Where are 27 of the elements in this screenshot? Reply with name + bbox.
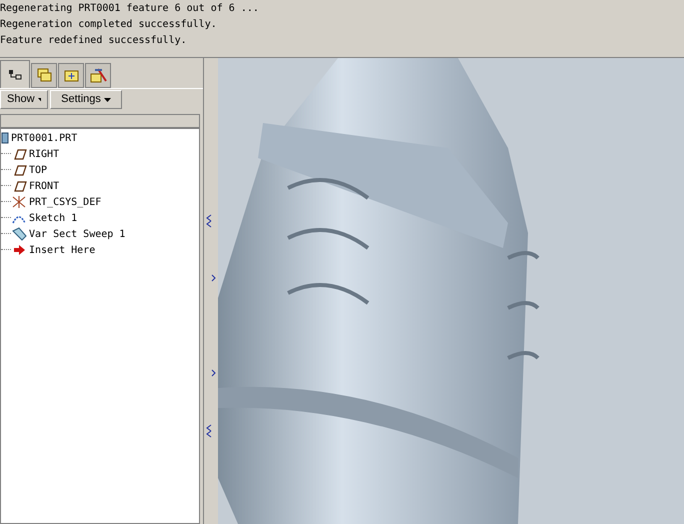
message-line: Regenerating PRT0001 feature 6 out of 6 ...	[0, 2, 259, 16]
tree-item[interactable]: TOP	[29, 162, 48, 178]
caret-icon	[104, 98, 111, 102]
coordinate-system-icon	[11, 195, 27, 209]
caret-icon	[38, 98, 41, 102]
tree-item[interactable]: PRT_CSYS_DEF	[29, 194, 102, 210]
message-line: Feature redefined successfully.	[0, 34, 187, 48]
menu-button[interactable]: Show	[0, 90, 48, 109]
panel-tab[interactable]	[85, 63, 111, 88]
tree-item[interactable]: PRT0001.PRT	[11, 130, 78, 146]
tree-item[interactable]: FRONT	[29, 178, 60, 194]
insert-arrow-icon	[11, 243, 27, 257]
expand-right-icon[interactable]	[211, 274, 216, 282]
panel-tab[interactable]	[0, 60, 30, 88]
sweep-feature-icon	[11, 227, 27, 241]
message-line: Regeneration completed successfully.	[0, 18, 217, 32]
part-icon	[1, 131, 9, 145]
collapse-left-icon[interactable]	[206, 424, 212, 438]
tree-item[interactable]: Sketch 1	[29, 210, 78, 226]
collapse-left-icon[interactable]	[206, 214, 212, 228]
tree-item[interactable]: Var Sect Sweep 1	[29, 226, 126, 242]
expand-right-icon[interactable]	[211, 369, 216, 377]
folder-hammer-icon	[90, 67, 106, 84]
tree-item[interactable]: Insert Here	[29, 242, 96, 258]
menu-button[interactable]: Settings	[50, 90, 122, 109]
tree-item[interactable]: RIGHT	[29, 146, 60, 162]
folders-icon	[36, 67, 52, 84]
